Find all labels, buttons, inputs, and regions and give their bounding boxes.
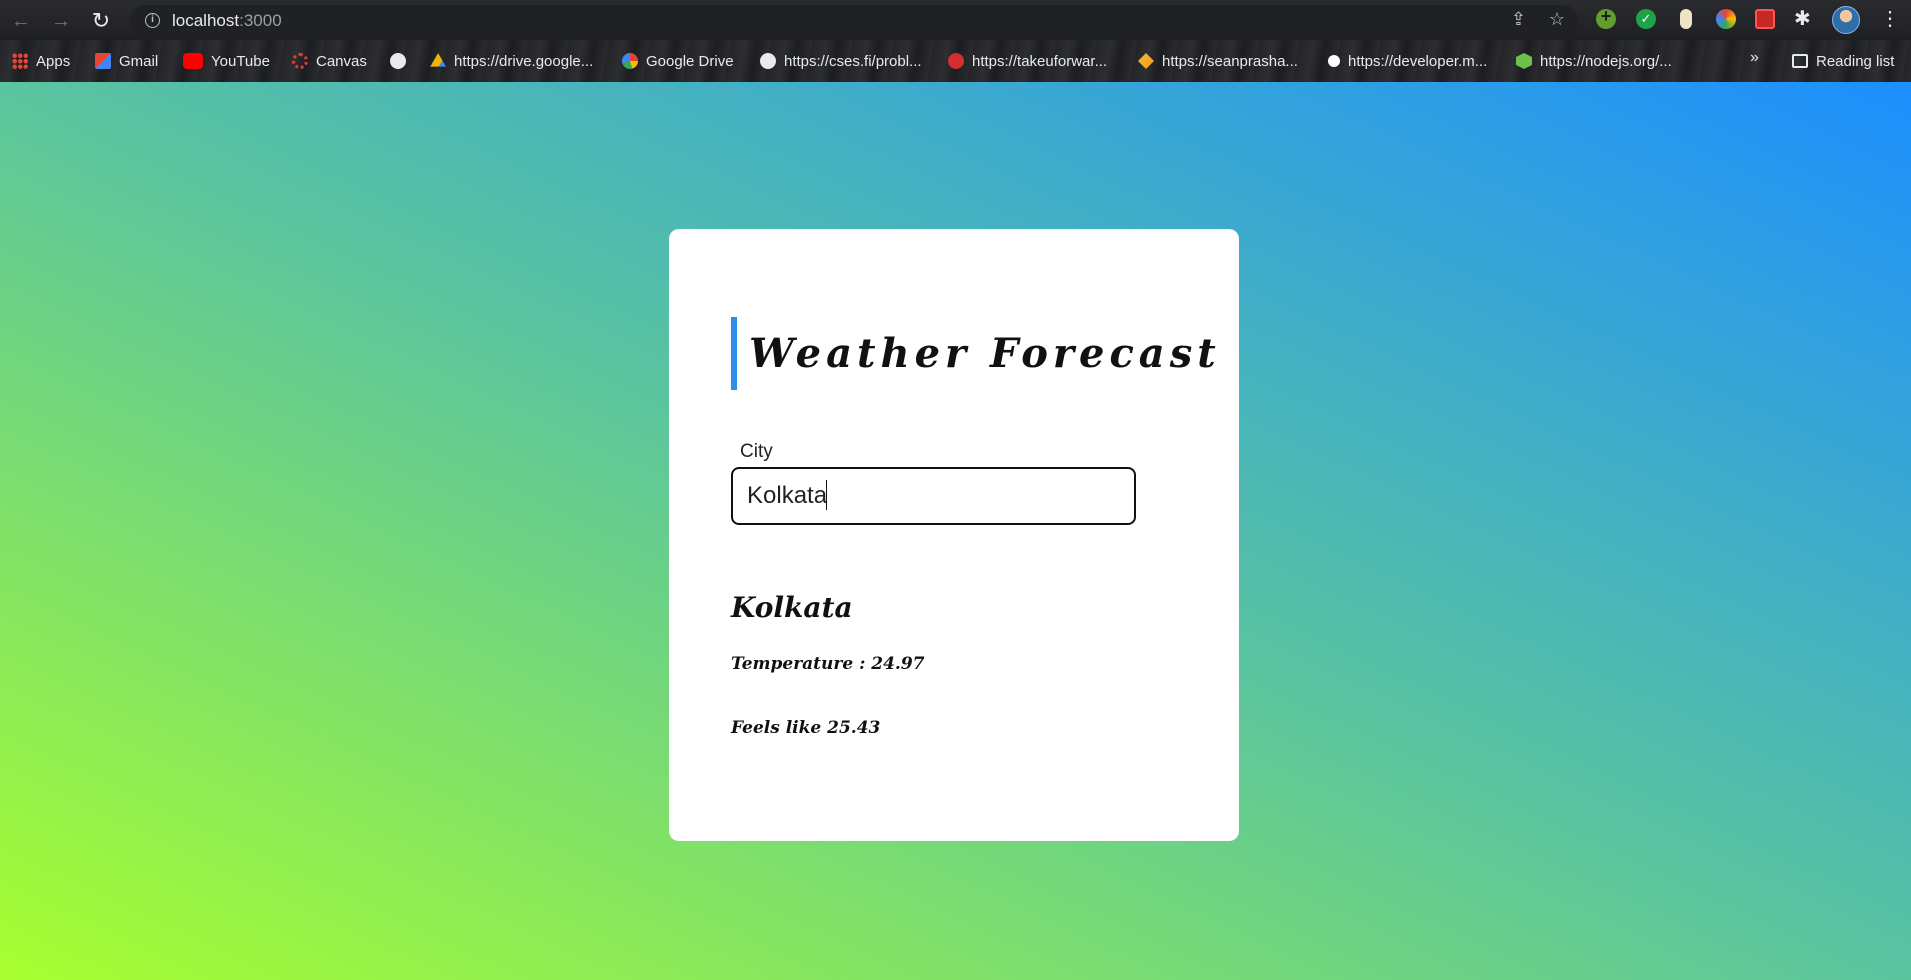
bookmark-label: Canvas (316, 52, 367, 70)
url-text[interactable]: localhost:3000 (172, 11, 282, 31)
globe-icon (390, 53, 406, 69)
bookmark-takeuforward[interactable]: https://takeuforwar... (948, 50, 1107, 72)
node-icon (1516, 53, 1532, 69)
bookmark-cses[interactable]: https://cses.fi/probl... (760, 50, 922, 72)
url-port: :3000 (239, 11, 282, 30)
bookmark-gmail[interactable]: Gmail (95, 50, 158, 72)
bookmark-label: https://seanprasha... (1162, 52, 1298, 70)
bookmark-label: YouTube (211, 52, 270, 70)
bookmark-apps[interactable]: Apps (12, 50, 70, 72)
bookmark-label: https://takeuforwar... (972, 52, 1108, 70)
apps-icon (12, 53, 28, 69)
gmail-icon (95, 53, 111, 69)
extension-red-icon[interactable] (1755, 9, 1775, 29)
page-background: Weather Forecast City Kolkata Temperatur… (0, 82, 1911, 980)
extensions-puzzle-icon[interactable]: ✱ (1794, 6, 1811, 31)
page-title: Weather Forecast (749, 330, 1221, 377)
browser-toolbar: ← → ↻ i localhost:3000 ⇪ ☆ ✱ ⋮ (0, 0, 1911, 40)
canvas-icon (292, 53, 308, 69)
reading-list-label: Reading list (1816, 52, 1895, 70)
reading-list-icon (1792, 54, 1808, 68)
bookmark-youtube[interactable]: YouTube (183, 50, 270, 72)
extension-plus-icon[interactable] (1596, 6, 1616, 29)
city-input[interactable] (731, 467, 1136, 525)
bookmark-globe[interactable] (390, 50, 406, 72)
globe-icon (760, 53, 776, 69)
bookmark-developer[interactable]: https://developer.m... (1328, 50, 1487, 72)
bookmark-seanprasha[interactable]: https://seanprasha... (1138, 50, 1298, 72)
profile-avatar[interactable] (1832, 6, 1860, 34)
reload-icon[interactable]: ↻ (88, 8, 114, 34)
address-bar[interactable]: i localhost:3000 ⇪ ☆ (130, 5, 1578, 36)
title-accent-bar: Weather Forecast (731, 317, 1221, 390)
forward-arrow-icon[interactable]: → (48, 8, 74, 34)
developer-icon (1328, 55, 1340, 67)
bookmark-star-icon[interactable]: ☆ (1549, 9, 1565, 30)
sean-icon (1138, 53, 1154, 69)
weather-card: Weather Forecast City Kolkata Temperatur… (669, 229, 1239, 841)
reading-list-button[interactable]: Reading list (1792, 50, 1894, 72)
bookmarks-bar: Apps Gmail YouTube Canvas https://drive.… (0, 40, 1911, 82)
share-icon[interactable]: ⇪ (1511, 9, 1526, 30)
url-host: localhost (172, 11, 240, 30)
bookmark-google-drive[interactable]: Google Drive (622, 50, 734, 72)
site-info-icon[interactable]: i (145, 13, 160, 28)
bookmark-label: https://nodejs.org/... (1540, 52, 1672, 70)
feels-like-text: Feels like 25.43 (731, 718, 881, 738)
result-city-name: Kolkata (731, 591, 853, 624)
extension-color-icon[interactable] (1716, 9, 1736, 29)
bookmark-drive-link[interactable]: https://drive.google... (430, 50, 593, 72)
bookmark-label: https://cses.fi/probl... (784, 52, 922, 70)
bookmark-nodejs[interactable]: https://nodejs.org/... (1516, 50, 1672, 72)
bookmark-label: Google Drive (646, 52, 734, 70)
temperature-text: Temperature : 24.97 (731, 654, 925, 674)
bookmark-label: Gmail (119, 52, 159, 70)
tuf-icon (948, 53, 964, 69)
bookmark-label: Apps (36, 52, 71, 70)
bookmark-canvas[interactable]: Canvas (292, 50, 367, 72)
bookmark-label: https://drive.google... (454, 52, 594, 70)
extension-check-icon[interactable] (1636, 9, 1656, 29)
city-label: City (740, 441, 773, 462)
google-drive-icon (430, 53, 446, 67)
bookmark-label: https://developer.m... (1348, 52, 1488, 70)
extension-capsule-icon[interactable] (1680, 9, 1692, 29)
text-caret (826, 480, 827, 510)
youtube-icon (183, 53, 203, 69)
bookmarks-overflow-button[interactable]: » (1750, 49, 1759, 67)
kebab-menu-icon[interactable]: ⋮ (1880, 6, 1900, 31)
back-arrow-icon[interactable]: ← (8, 8, 34, 34)
google-icon (622, 53, 638, 69)
